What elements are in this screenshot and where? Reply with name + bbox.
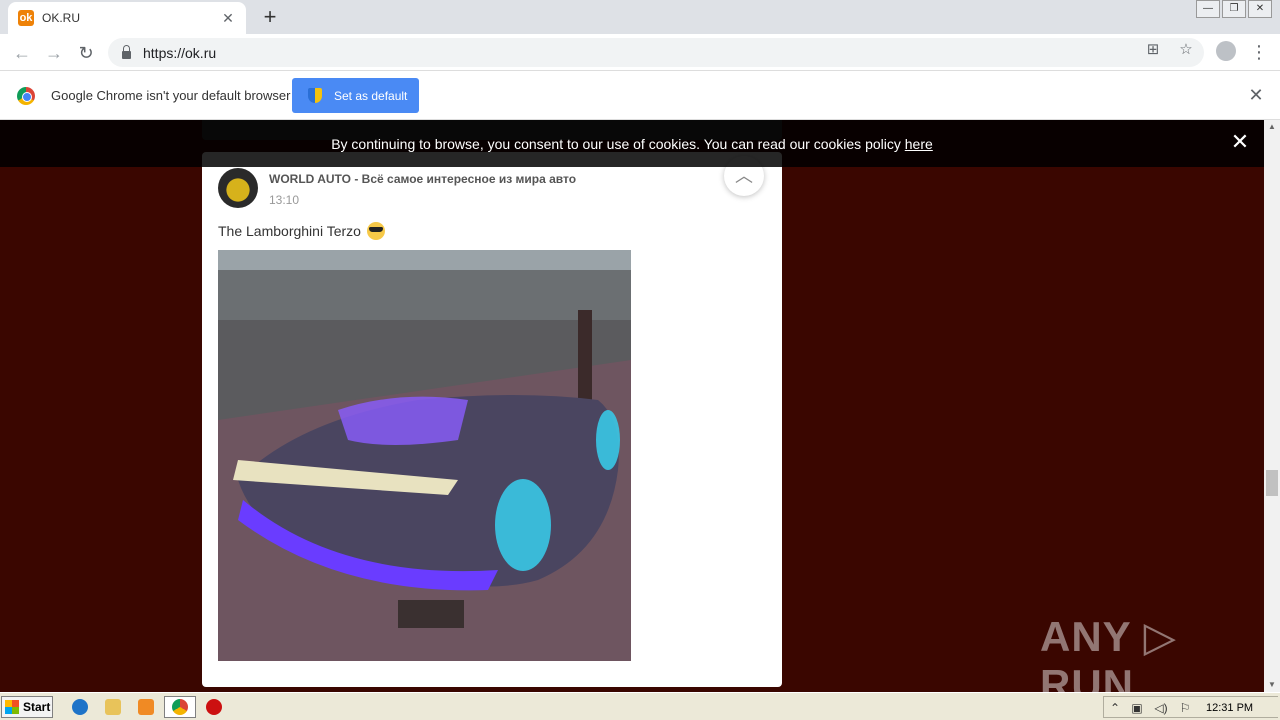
new-tab-button[interactable]: +: [258, 5, 282, 29]
chrome-taskbar-button[interactable]: [164, 696, 196, 718]
post-image[interactable]: [218, 250, 631, 661]
chrome-logo-icon: [17, 87, 35, 105]
anyrun-watermark: ANY ▷ RUN: [1040, 613, 1177, 692]
minimize-button[interactable]: —: [1196, 0, 1220, 18]
tab-strip: ok OK.RU ✕ + — ❐ ✕: [0, 0, 1280, 34]
tab-title: OK.RU: [42, 11, 81, 25]
set-as-default-button[interactable]: Set as default: [292, 78, 419, 113]
scroll-thumb[interactable]: [1266, 470, 1278, 496]
infobar-message: Google Chrome isn't your default browser: [51, 88, 291, 103]
set-as-default-label: Set as default: [334, 88, 408, 103]
car-photo: [218, 250, 631, 661]
windows-logo-icon: [5, 700, 19, 714]
tab-okru[interactable]: ok OK.RU ✕: [8, 2, 246, 34]
start-button[interactable]: Start: [1, 696, 53, 718]
internet-explorer-icon[interactable]: [72, 699, 88, 715]
scroll-up-arrow-icon[interactable]: ▲: [1264, 120, 1280, 134]
restore-button[interactable]: ❐: [1222, 0, 1246, 18]
sunglasses-emoji-icon: [366, 222, 385, 240]
media-player-icon[interactable]: [138, 699, 154, 715]
url-text[interactable]: https://ok.ru: [143, 45, 216, 61]
menu-dots-icon[interactable]: ⋮: [1250, 40, 1268, 64]
start-label: Start: [23, 700, 51, 714]
action-center-flag-icon[interactable]: ⚐: [1178, 701, 1192, 715]
close-window-button[interactable]: ✕: [1248, 0, 1272, 18]
cookie-message: By continuing to browse, you consent to …: [331, 136, 905, 152]
chrome-taskbar-icon: [172, 699, 188, 715]
infobar-close-icon[interactable]: ✕: [1246, 85, 1266, 106]
network-icon[interactable]: ▣: [1130, 701, 1144, 715]
reload-icon[interactable]: ↻: [74, 41, 98, 65]
cookie-policy-link[interactable]: here: [905, 136, 933, 152]
tab-close-icon[interactable]: ✕: [220, 10, 236, 27]
rear-wheel: [495, 479, 551, 571]
taskbar-clock[interactable]: 12:31 PM: [1206, 702, 1253, 714]
windows-taskbar: Start ⌃ ▣ ◁) ⚐ 12:31 PM: [0, 692, 1280, 720]
browser-toolbar: ← → ↻ https://ok.ru ⊞ ☆ ⋮: [0, 34, 1280, 71]
post-card: WORLD AUTO - Всё самое интересное из мир…: [202, 152, 782, 687]
tray-expand-icon[interactable]: ⌃: [1108, 701, 1122, 715]
post-time: 13:10: [269, 193, 300, 207]
volume-icon[interactable]: ◁): [1154, 701, 1168, 715]
cookie-close-icon[interactable]: ✕: [1229, 131, 1251, 153]
post-text-content: The Lamborghini Terzo: [218, 223, 361, 239]
cookie-notice-bar: By continuing to browse, you consent to …: [0, 120, 1264, 167]
bookmark-star-icon[interactable]: ☆: [1177, 41, 1195, 59]
ok-favicon-icon: ok: [18, 10, 34, 26]
translate-icon[interactable]: ⊞: [1144, 41, 1162, 59]
opera-icon[interactable]: [206, 699, 222, 715]
uac-shield-icon: [308, 88, 322, 103]
cookie-notice-text: By continuing to browse, you consent to …: [0, 136, 1264, 152]
profile-avatar-icon[interactable]: [1216, 41, 1236, 61]
page-scrollbar[interactable]: ▲ ▼: [1264, 120, 1280, 692]
window-controls: — ❐ ✕: [1194, 0, 1272, 18]
plaque: [398, 600, 464, 628]
address-bar[interactable]: https://ok.ru: [108, 38, 1204, 67]
back-arrow-icon[interactable]: ←: [10, 41, 34, 65]
front-wheel: [596, 410, 620, 470]
file-explorer-icon[interactable]: [105, 699, 121, 715]
scroll-down-arrow-icon[interactable]: ▼: [1264, 678, 1280, 692]
lock-icon[interactable]: [122, 44, 131, 59]
page-content: WORLD AUTO - Всё самое интересное из мир…: [0, 120, 1264, 692]
post-text: The Lamborghini Terzo: [218, 222, 385, 240]
group-avatar[interactable]: [218, 168, 258, 208]
forward-arrow-icon[interactable]: →: [42, 41, 66, 65]
group-name-link[interactable]: WORLD AUTO - Всё самое интересное из мир…: [269, 172, 576, 186]
default-browser-infobar: Google Chrome isn't your default browser…: [0, 71, 1280, 120]
